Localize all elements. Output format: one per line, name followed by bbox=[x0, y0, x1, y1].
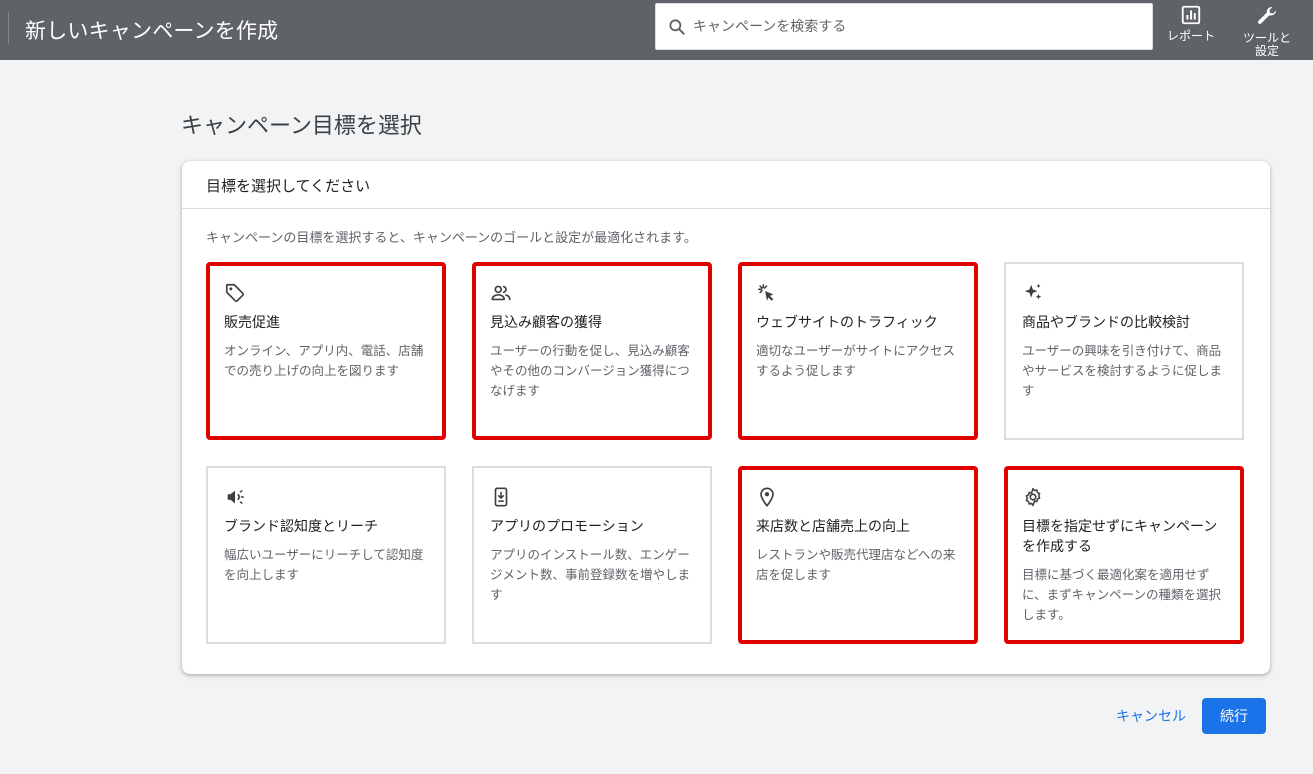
card-subtitle: キャンペーンの目標を選択すると、キャンペーンのゴールと設定が最適化されます。 bbox=[206, 231, 697, 246]
goal-card-brand-awareness[interactable]: ブランド認知度とリーチ 幅広いユーザーにリーチして認知度を向上します bbox=[206, 466, 446, 644]
wrench-icon bbox=[1258, 6, 1276, 24]
goal-card-leads[interactable]: 見込み顧客の獲得 ユーザーの行動を促し、見込み顧客やその他のコンバージョン獲得に… bbox=[472, 262, 712, 440]
goal-description: アプリのインストール数、エンゲージメント数、事前登録数を増やします bbox=[490, 547, 691, 602]
goal-card-sales[interactable]: 販売促進 オンライン、アプリ内、電話、店舗での売り上げの向上を図ります bbox=[206, 262, 446, 440]
goal-title: 目標を指定せずにキャンペーンを作成する bbox=[1022, 519, 1218, 555]
tag-icon bbox=[225, 283, 244, 302]
goal-description: 適切なユーザーがサイトにアクセスするよう促します bbox=[756, 343, 956, 378]
goal-description: ユーザーの興味を引き付けて、商品やサービスを検討するように促します bbox=[1022, 343, 1223, 398]
location-pin-icon bbox=[760, 487, 774, 507]
goal-card-consideration[interactable]: 商品やブランドの比較検討 ユーザーの興味を引き付けて、商品やサービスを検討するよ… bbox=[1004, 262, 1244, 440]
top-bar: 新しいキャンペーンを作成 レポート ツールと 設定 bbox=[0, 0, 1313, 60]
page-title: キャンペーン目標を選択 bbox=[181, 114, 422, 139]
goal-description: 幅広いユーザーにリーチして認知度を向上します bbox=[224, 547, 424, 582]
goal-description: ユーザーの行動を促し、見込み顧客やその他のコンバージョン獲得につなげます bbox=[490, 343, 690, 398]
search-input[interactable] bbox=[693, 18, 1133, 35]
sparkle-icon bbox=[1024, 283, 1042, 300]
reports-button[interactable]: レポート bbox=[1163, 4, 1219, 43]
cancel-button[interactable]: キャンセル bbox=[1108, 700, 1194, 734]
goal-card-app-promotion[interactable]: アプリのプロモーション アプリのインストール数、エンゲージメント数、事前登録数を… bbox=[472, 466, 712, 644]
goal-title: 来店数と店舗売上の向上 bbox=[756, 519, 910, 535]
card-header: 目標を選択してください bbox=[182, 161, 1270, 209]
goal-description: レストランや販売代理店などへの来店を促します bbox=[756, 547, 956, 582]
goal-selection-card: 目標を選択してください キャンペーンの目標を選択すると、キャンペーンのゴールと設… bbox=[182, 161, 1270, 674]
page-header-title: 新しいキャンペーンを作成 bbox=[25, 19, 279, 43]
continue-button[interactable]: 続行 bbox=[1202, 698, 1266, 734]
gear-icon bbox=[1025, 487, 1041, 507]
goal-title: ウェブサイトのトラフィック bbox=[756, 315, 938, 331]
bar-chart-icon bbox=[1181, 5, 1201, 25]
title-divider bbox=[8, 12, 9, 44]
campaign-search-box[interactable] bbox=[655, 3, 1153, 50]
goal-title: 販売促進 bbox=[224, 315, 280, 331]
people-icon bbox=[491, 285, 511, 301]
tools-label-line2: 設定 bbox=[1254, 44, 1279, 58]
goal-title: 商品やブランドの比較検討 bbox=[1022, 315, 1190, 331]
goal-title: 見込み顧客の獲得 bbox=[490, 315, 602, 331]
goal-title: ブランド認知度とリーチ bbox=[224, 519, 378, 535]
goal-title: アプリのプロモーション bbox=[490, 519, 644, 535]
goal-card-website-traffic[interactable]: ウェブサイトのトラフィック 適切なユーザーがサイトにアクセスするよう促します bbox=[738, 262, 978, 440]
phone-download-icon bbox=[494, 487, 508, 507]
search-icon bbox=[669, 18, 685, 35]
goal-description: 目標に基づく最適化案を適用せずに、まずキャンペーンの種類を選択します。 bbox=[1022, 567, 1222, 622]
reports-label: レポート bbox=[1166, 29, 1215, 43]
click-cursor-icon bbox=[757, 283, 774, 301]
tools-settings-button[interactable]: ツールと 設定 bbox=[1238, 4, 1296, 58]
megaphone-icon bbox=[227, 490, 244, 504]
goal-card-no-goal[interactable]: 目標を指定せずにキャンペーンを作成する 目標に基づく最適化案を適用せずに、まずキ… bbox=[1004, 466, 1244, 644]
goal-card-store-visits[interactable]: 来店数と店舗売上の向上 レストランや販売代理店などへの来店を促します bbox=[738, 466, 978, 644]
goal-description: オンライン、アプリ内、電話、店舗での売り上げの向上を図ります bbox=[224, 343, 424, 378]
